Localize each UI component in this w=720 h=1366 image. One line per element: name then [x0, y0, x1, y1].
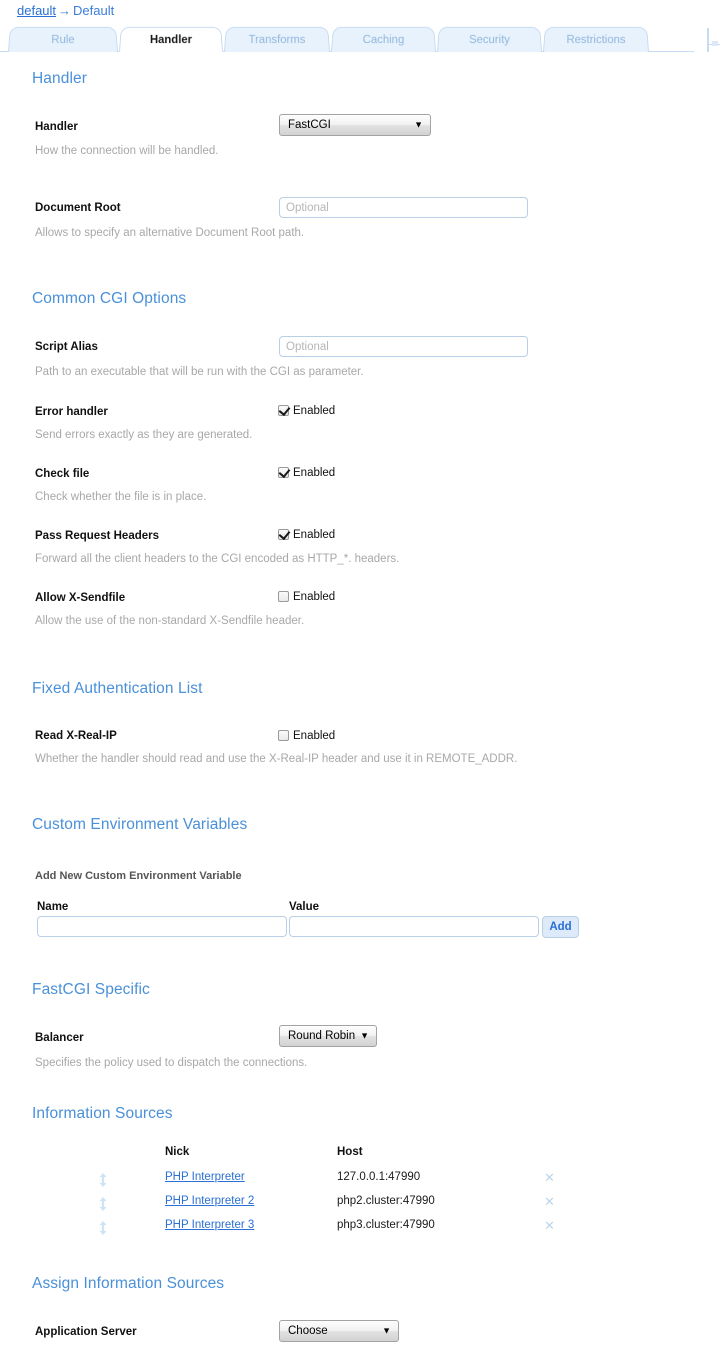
- document-root-input[interactable]: [279, 197, 528, 218]
- field-help-balancer: Specifies the policy used to dispatch th…: [35, 1057, 307, 1069]
- custom-env-subtitle: Add New Custom Environment Variable: [35, 870, 242, 882]
- chevron-down-icon: ▼: [360, 1032, 369, 1041]
- field-label-check-file: Check file: [35, 468, 89, 480]
- information-source-nick-link[interactable]: PHP Interpreter 2: [165, 1195, 254, 1207]
- custom-env-value-header: Value: [289, 901, 319, 913]
- breadcrumb-parent-link[interactable]: default: [17, 3, 56, 18]
- tab-caching[interactable]: Caching: [331, 27, 436, 52]
- field-label-handler: Handler: [35, 121, 78, 133]
- allow-x-sendfile-checkbox-label: Enabled: [293, 591, 335, 603]
- close-icon[interactable]: ✕: [544, 1194, 555, 1210]
- pass-request-headers-checkbox[interactable]: [278, 529, 289, 540]
- tab-rule[interactable]: Rule: [8, 27, 118, 52]
- field-help-check-file: Check whether the file is in place.: [35, 491, 206, 503]
- tab-rule-label: Rule: [10, 28, 116, 54]
- pass-request-headers-checkbox-label: Enabled: [293, 529, 335, 541]
- error-handler-checkbox-row[interactable]: Enabled: [278, 404, 335, 418]
- field-label-pass-request-headers: Pass Request Headers: [35, 530, 159, 542]
- read-x-real-ip-checkbox[interactable]: [278, 730, 289, 741]
- drag-vertical-icon[interactable]: [96, 1172, 110, 1188]
- section-title-information-sources: Information Sources: [32, 1105, 173, 1123]
- tab-transforms-label: Transforms: [226, 28, 328, 54]
- handler-select[interactable]: FastCGI ▼: [279, 114, 431, 136]
- information-source-nick-link[interactable]: PHP Interpreter: [165, 1171, 245, 1183]
- chevron-down-icon: ▼: [414, 121, 423, 130]
- information-sources-nick-header: Nick: [165, 1146, 189, 1158]
- section-title-handler: Handler: [32, 70, 87, 88]
- tab-transforms[interactable]: Transforms: [224, 27, 330, 52]
- add-custom-env-button[interactable]: Add: [542, 916, 579, 938]
- check-file-checkbox[interactable]: [278, 467, 289, 478]
- tab-security[interactable]: Security: [437, 27, 542, 52]
- balancer-select-value: Round Robin: [288, 1030, 355, 1042]
- read-x-real-ip-checkbox-label: Enabled: [293, 730, 335, 742]
- application-server-select-value: Choose: [288, 1325, 328, 1337]
- drag-vertical-icon[interactable]: [96, 1196, 110, 1212]
- custom-env-name-input[interactable]: [37, 916, 287, 937]
- field-help-error-handler: Send errors exactly as they are generate…: [35, 429, 252, 441]
- chevron-down-icon: ▼: [382, 1327, 391, 1336]
- error-handler-checkbox[interactable]: [278, 405, 289, 416]
- balancer-select[interactable]: Round Robin ▼: [279, 1025, 377, 1047]
- field-label-read-x-real-ip: Read X-Real-IP: [35, 730, 117, 742]
- field-help-read-x-real-ip: Whether the handler should read and use …: [35, 753, 517, 765]
- allow-x-sendfile-checkbox-row[interactable]: Enabled: [278, 590, 335, 604]
- field-label-allow-x-sendfile: Allow X-Sendfile: [35, 592, 125, 604]
- tab-handler[interactable]: Handler: [119, 27, 223, 52]
- pass-request-headers-checkbox-row[interactable]: Enabled: [278, 528, 335, 542]
- check-file-checkbox-label: Enabled: [293, 467, 335, 479]
- drag-vertical-icon[interactable]: [96, 1220, 110, 1236]
- field-label-document-root: Document Root: [35, 202, 121, 214]
- field-label-error-handler: Error handler: [35, 406, 108, 418]
- application-server-select[interactable]: Choose ▼: [279, 1320, 399, 1342]
- table-row: PHP Interpreter 2 php2.cluster:47990 ✕: [0, 1193, 694, 1217]
- panel-divider-dot: [712, 41, 718, 46]
- panel-divider: [707, 28, 709, 52]
- tab-caching-label: Caching: [333, 28, 434, 54]
- information-sources-host-header: Host: [337, 1146, 363, 1158]
- information-source-host: php3.cluster:47990: [337, 1219, 435, 1231]
- breadcrumb: default→Default: [17, 2, 114, 20]
- field-label-application-server: Application Server: [35, 1326, 137, 1338]
- breadcrumb-current: Default: [73, 3, 114, 18]
- table-row: PHP Interpreter 3 php3.cluster:47990 ✕: [0, 1217, 694, 1241]
- tab-restrictions[interactable]: Restrictions: [543, 27, 649, 52]
- handler-select-value: FastCGI: [288, 119, 331, 131]
- tab-restrictions-label: Restrictions: [545, 28, 647, 54]
- field-label-script-alias: Script Alias: [35, 341, 98, 353]
- tab-bar: Rule Handler Transforms Caching Security…: [0, 26, 720, 52]
- section-title-fastcgi-specific: FastCGI Specific: [32, 981, 150, 999]
- table-row: PHP Interpreter 127.0.0.1:47990 ✕: [0, 1169, 694, 1193]
- field-help-script-alias: Path to an executable that will be run w…: [35, 366, 364, 378]
- section-title-custom-env: Custom Environment Variables: [32, 816, 247, 834]
- custom-env-value-input[interactable]: [289, 916, 539, 937]
- read-x-real-ip-checkbox-row[interactable]: Enabled: [278, 729, 335, 743]
- allow-x-sendfile-checkbox[interactable]: [278, 591, 289, 602]
- breadcrumb-separator-icon: →: [56, 3, 73, 18]
- information-source-host: 127.0.0.1:47990: [337, 1171, 420, 1183]
- close-icon[interactable]: ✕: [544, 1170, 555, 1186]
- script-alias-input[interactable]: [279, 336, 528, 357]
- section-title-assign-information-sources: Assign Information Sources: [32, 1275, 224, 1293]
- custom-env-name-header: Name: [37, 901, 68, 913]
- field-help-pass-request-headers: Forward all the client headers to the CG…: [35, 553, 399, 565]
- field-label-balancer: Balancer: [35, 1032, 84, 1044]
- error-handler-checkbox-label: Enabled: [293, 405, 335, 417]
- section-title-fixed-auth: Fixed Authentication List: [32, 680, 203, 698]
- information-source-host: php2.cluster:47990: [337, 1195, 435, 1207]
- field-help-document-root: Allows to specify an alternative Documen…: [35, 227, 304, 239]
- section-title-common-cgi: Common CGI Options: [32, 290, 186, 308]
- tab-handler-label: Handler: [121, 28, 221, 54]
- field-help-handler: How the connection will be handled.: [35, 145, 218, 157]
- tab-security-label: Security: [439, 28, 540, 54]
- check-file-checkbox-row[interactable]: Enabled: [278, 466, 335, 480]
- close-icon[interactable]: ✕: [544, 1218, 555, 1234]
- information-source-nick-link[interactable]: PHP Interpreter 3: [165, 1219, 254, 1231]
- field-help-allow-x-sendfile: Allow the use of the non-standard X-Send…: [35, 615, 304, 627]
- cherokee-admin-handler-page: default→Default Rule Handler Transforms …: [0, 0, 720, 1366]
